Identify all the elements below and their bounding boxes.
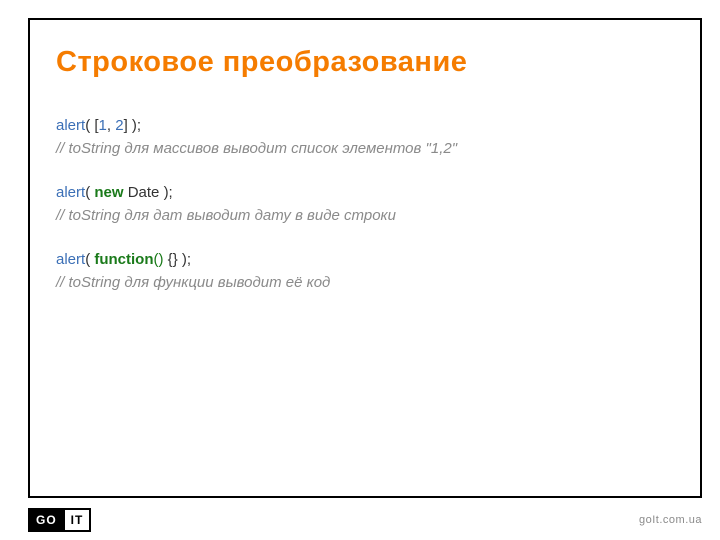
code-comment-2: // toString для дат выводит дату в виде … (56, 205, 700, 228)
code-text: , (107, 117, 115, 134)
footer: GO IT goIt.com.ua (0, 498, 720, 540)
code-block: alert( [1, 2] ); // toString для массиво… (56, 115, 700, 294)
code-text: ( (85, 251, 94, 268)
code-text: {} ); (164, 251, 192, 268)
num-literal: 1 (99, 117, 107, 134)
logo-it: IT (65, 508, 92, 532)
fn-alert: alert (56, 184, 85, 201)
code-text: ( [ (85, 117, 98, 134)
code-line-3: alert( function() {} ); (56, 249, 700, 272)
num-literal: 2 (115, 117, 123, 134)
blank-line (56, 160, 700, 182)
logo: GO IT (28, 508, 91, 532)
code-text: Date ); (124, 184, 173, 201)
code-comment-3: // toString для функции выводит её код (56, 272, 700, 295)
code-line-2: alert( new Date ); (56, 182, 700, 205)
logo-go: GO (28, 508, 65, 532)
code-line-1: alert( [1, 2] ); (56, 115, 700, 138)
slide-title: Строковое преобразование (56, 46, 700, 79)
kw-new: new (94, 184, 123, 201)
fn-alert: alert (56, 251, 85, 268)
slide-frame: Строковое преобразование alert( [1, 2] )… (28, 18, 702, 498)
fn-alert: alert (56, 117, 85, 134)
code-text: ( (85, 184, 94, 201)
blank-line (56, 227, 700, 249)
code-comment-1: // toString для массивов выводит список … (56, 138, 700, 161)
kw-function: function (94, 251, 153, 268)
footer-url: goIt.com.ua (639, 514, 702, 526)
code-text: ] ); (124, 117, 142, 134)
